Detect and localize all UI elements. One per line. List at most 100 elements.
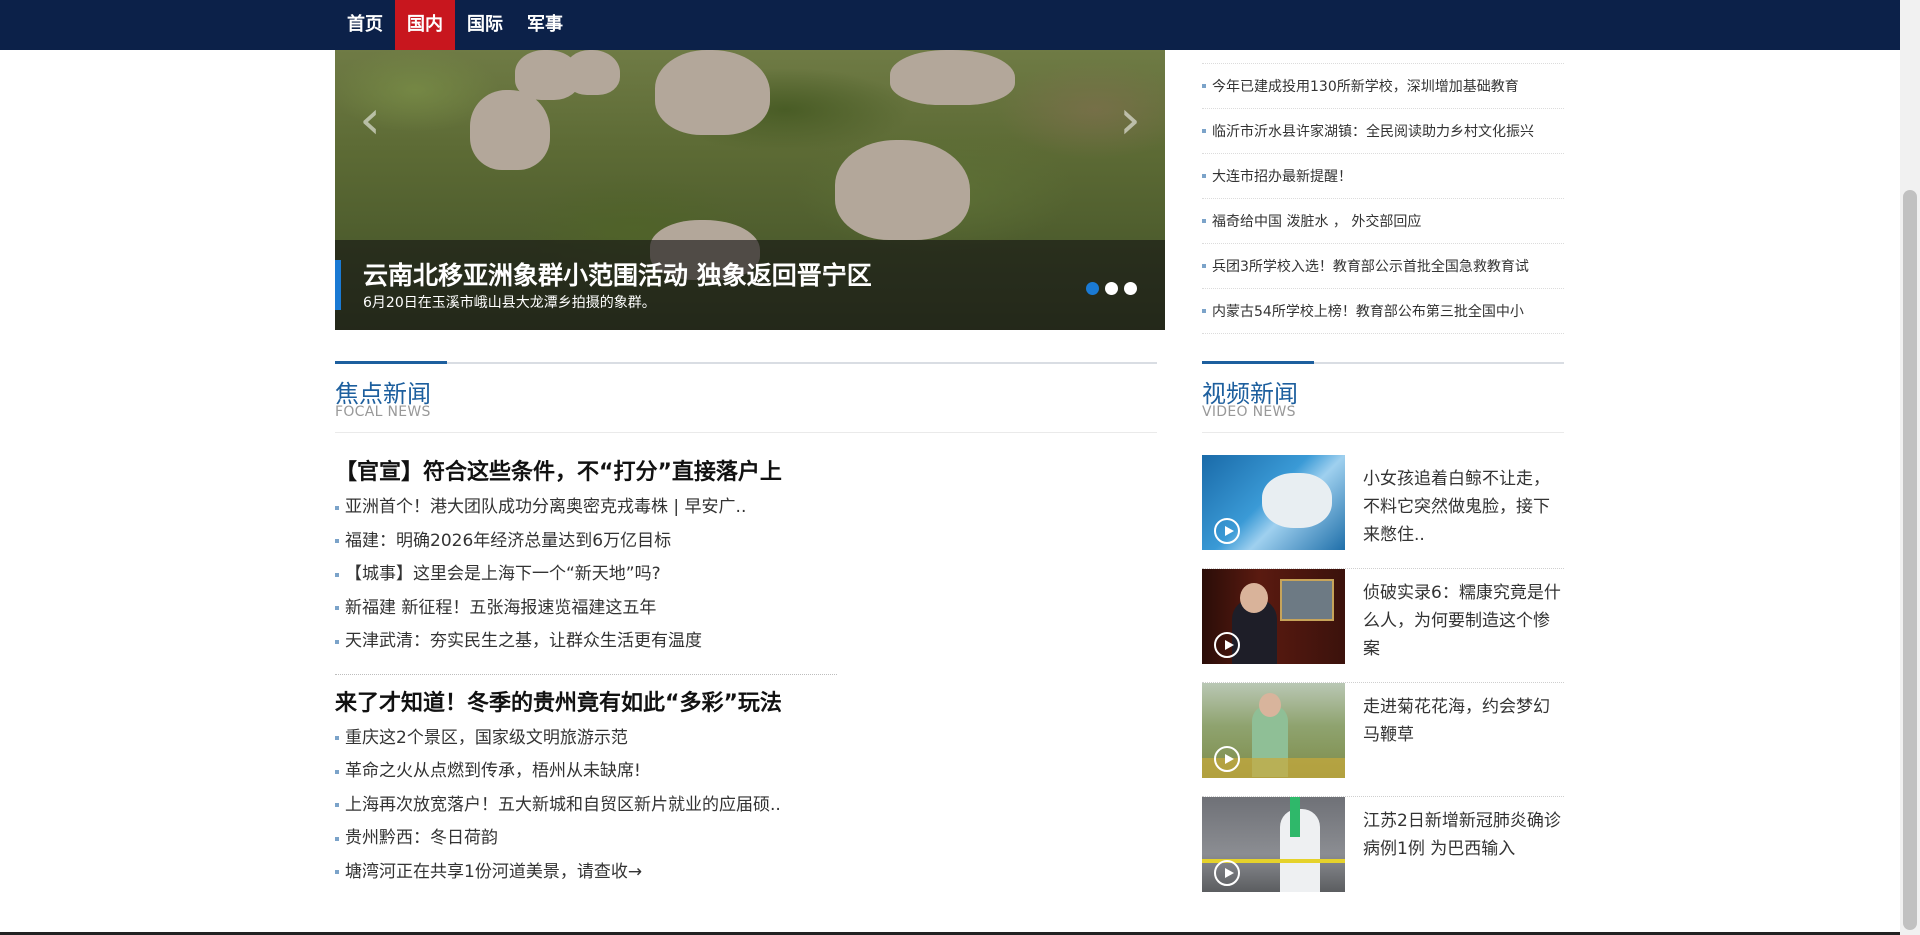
list-item[interactable]: 福奇给中国 泼脏水 ， 外交部回应 (1202, 199, 1564, 244)
video-thumbnail[interactable] (1202, 455, 1345, 550)
news-link-text[interactable]: 福建：明确2026年经济总量达到6万亿目标 (345, 525, 671, 559)
divider (335, 673, 837, 675)
list-item-text[interactable]: 临沂市沂水县许家湖镇：全民阅读助力乡村文化振兴 (1212, 121, 1534, 141)
elephant-shape (655, 50, 770, 135)
focal-news-header: 焦点新闻 FOCAL NEWS (335, 361, 1157, 433)
scrollbar-thumb[interactable] (1903, 190, 1917, 930)
news-link-text[interactable]: 【城事】这里会是上海下一个“新天地”吗? (345, 558, 661, 592)
bullet-icon (1202, 174, 1206, 178)
video-title[interactable]: 侦破实录6：糯康究竟是什么人，为何要制造这个惨案 (1363, 579, 1563, 663)
focal-news: 【官宣】符合这些条件，不“打分”直接落户上 亚洲首个！港大团队成功分离奥密克戎毒… (335, 455, 837, 890)
bullet-icon (335, 736, 339, 741)
news-link-text[interactable]: 革命之火从点燃到传承，梧州从未缺席! (345, 755, 641, 789)
news-link-text[interactable]: 重庆这2个景区，国家级文明旅游示范 (345, 722, 628, 756)
news-slider[interactable]: ‹ › 云南北移亚洲象群小范围活动 独象返回晋宁区 6月20日在玉溪市峨山县大龙… (335, 50, 1165, 330)
video-item[interactable]: 侦破实录6：糯康究竟是什么人，为何要制造这个惨案 (1202, 569, 1564, 683)
news-link[interactable]: 天津武清：夯实民生之基，让群众生活更有温度 (335, 625, 835, 659)
video-title[interactable]: 江苏2日新增新冠肺炎确诊病例1例 为巴西输入 (1363, 807, 1563, 863)
video-thumbnail[interactable] (1202, 797, 1345, 892)
list-item[interactable]: 临沂市沂水县许家湖镇：全民阅读助力乡村文化振兴 (1202, 109, 1564, 154)
play-icon[interactable] (1214, 746, 1240, 772)
inset-frame (1280, 579, 1334, 621)
bullet-icon (335, 769, 339, 774)
news-link-text[interactable]: 亚洲首个！港大团队成功分离奥密克戎毒株 | 早安广.. (345, 491, 746, 525)
play-icon[interactable] (1214, 518, 1240, 544)
caption-accent (335, 260, 341, 310)
news-link-text[interactable]: 塘湾河正在共享1份河道美景，请查收→ (345, 856, 642, 890)
header-accent-bar (335, 361, 447, 364)
video-title[interactable]: 走进菊花花海，约会梦幻马鞭草 (1363, 693, 1563, 749)
bullet-icon (1202, 129, 1206, 133)
news-link[interactable]: 革命之火从点燃到传承，梧州从未缺席! (335, 755, 835, 789)
slider-dot-2[interactable] (1105, 282, 1118, 295)
play-icon[interactable] (1214, 860, 1240, 886)
news-link[interactable]: 上海再次放宽落户！五大新城和自贸区新片就业的应届硕.. (335, 789, 835, 823)
video-thumbnail[interactable] (1202, 569, 1345, 664)
video-item[interactable]: 走进菊花花海，约会梦幻马鞭草 (1202, 683, 1564, 797)
play-icon[interactable] (1214, 632, 1240, 658)
face-shape (1240, 583, 1268, 613)
list-item-text[interactable]: 福奇给中国 泼脏水 ， 外交部回应 (1212, 211, 1421, 231)
slider-dots (1086, 282, 1137, 295)
news-link-text[interactable]: 天津武清：夯实民生之基，让群众生活更有温度 (345, 625, 702, 659)
list-item[interactable]: 兵团3所学校入选！教育部公示首批全国急救教育试 (1202, 244, 1564, 289)
person-shape (1280, 809, 1320, 892)
bullet-icon (1202, 309, 1206, 313)
bullet-icon (335, 836, 339, 841)
video-news-list: 小女孩追着白鲸不让走，不料它突然做鬼脸，接下来憋住.. 侦破实录6：糯康究竟是什… (1202, 455, 1564, 910)
news-link-text[interactable]: 新福建 新征程！五张海报速览福建这五年 (345, 592, 656, 626)
sample-tube-shape (1290, 797, 1300, 837)
list-item[interactable]: 大连市招办最新提醒！ (1202, 154, 1564, 199)
bullet-icon (335, 572, 339, 577)
slider-dot-1[interactable] (1086, 282, 1099, 295)
list-item[interactable]: 今年已建成投用130所新学校，深圳增加基础教育 (1202, 63, 1564, 109)
elephant-shape (890, 50, 1015, 105)
bullet-icon (335, 803, 339, 808)
nav-menu: 首页 国内 国际 军事 (335, 0, 575, 50)
vertical-scrollbar[interactable] (1900, 0, 1920, 935)
nav-item-military[interactable]: 军事 (515, 0, 575, 50)
headline-link[interactable]: 【官宣】符合这些条件，不“打分”直接落户上 (335, 455, 835, 491)
slider-dot-3[interactable] (1124, 282, 1137, 295)
video-news-header: 视频新闻 VIDEO NEWS (1202, 361, 1564, 433)
beluga-shape (1262, 473, 1332, 528)
headline-list: 今年已建成投用130所新学校，深圳增加基础教育 临沂市沂水县许家湖镇：全民阅读助… (1202, 63, 1564, 334)
headline-link[interactable]: 来了才知道！冬季的贵州竟有如此“多彩”玩法 (335, 686, 835, 722)
news-link-text[interactable]: 上海再次放宽落户！五大新城和自贸区新片就业的应届硕.. (345, 789, 781, 823)
chevron-left-icon[interactable]: ‹ (355, 90, 385, 150)
news-link[interactable]: 亚洲首个！港大团队成功分离奥密克戎毒株 | 早安广.. (335, 491, 835, 525)
list-item[interactable]: 内蒙古54所学校上榜！教育部公布第三批全国中小 (1202, 289, 1564, 334)
elephant-shape (470, 90, 550, 170)
nav-item-home[interactable]: 首页 (335, 0, 395, 50)
bullet-icon (335, 870, 339, 875)
section-subtitle: FOCAL NEWS (335, 404, 431, 420)
list-item-text[interactable]: 大连市招办最新提醒！ (1212, 166, 1352, 186)
video-thumbnail[interactable] (1202, 683, 1345, 778)
news-link[interactable]: 福建：明确2026年经济总量达到6万亿目标 (335, 525, 835, 559)
list-item-text[interactable]: 兵团3所学校入选！教育部公示首批全国急救教育试 (1212, 256, 1529, 276)
slider-title[interactable]: 云南北移亚洲象群小范围活动 独象返回晋宁区 (363, 256, 872, 292)
slider-caption: 云南北移亚洲象群小范围活动 独象返回晋宁区 6月20日在玉溪市峨山县大龙潭乡拍摄… (335, 240, 1165, 330)
news-link[interactable]: 塘湾河正在共享1份河道美景，请查收→ (335, 856, 835, 890)
bullet-icon (335, 606, 339, 611)
top-nav-bar: 首页 国内 国际 军事 (0, 0, 1900, 50)
section-subtitle: VIDEO NEWS (1202, 404, 1296, 420)
list-item-text[interactable]: 今年已建成投用130所新学校，深圳增加基础教育 (1212, 76, 1519, 96)
news-link[interactable]: 重庆这2个景区，国家级文明旅游示范 (335, 722, 835, 756)
elephant-shape (565, 50, 620, 95)
nav-item-domestic[interactable]: 国内 (395, 0, 455, 50)
bullet-icon (1202, 264, 1206, 268)
news-link[interactable]: 贵州黔西：冬日荷韵 (335, 822, 835, 856)
bullet-icon (335, 539, 339, 544)
chevron-right-icon[interactable]: › (1115, 90, 1145, 150)
bullet-icon (1202, 219, 1206, 223)
news-link[interactable]: 【城事】这里会是上海下一个“新天地”吗? (335, 558, 835, 592)
video-item[interactable]: 小女孩追着白鲸不让走，不料它突然做鬼脸，接下来憋住.. (1202, 455, 1564, 569)
news-link-text[interactable]: 贵州黔西：冬日荷韵 (345, 822, 498, 856)
news-link[interactable]: 新福建 新征程！五张海报速览福建这五年 (335, 592, 835, 626)
list-item-text[interactable]: 内蒙古54所学校上榜！教育部公布第三批全国中小 (1212, 301, 1524, 321)
nav-item-international[interactable]: 国际 (455, 0, 515, 50)
video-title[interactable]: 小女孩追着白鲸不让走，不料它突然做鬼脸，接下来憋住.. (1363, 465, 1563, 549)
video-item[interactable]: 江苏2日新增新冠肺炎确诊病例1例 为巴西输入 (1202, 797, 1564, 910)
bullet-icon (1202, 84, 1206, 88)
